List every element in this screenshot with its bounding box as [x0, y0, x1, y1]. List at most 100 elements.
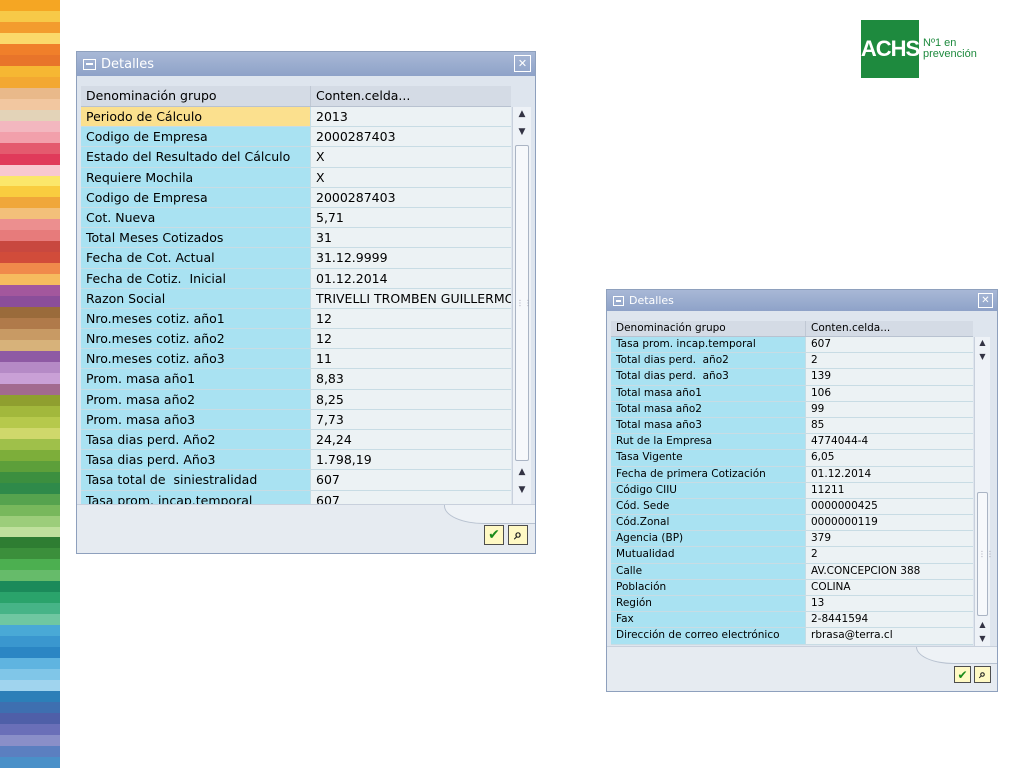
- table-row[interactable]: Cód. Sede 0000000425: [611, 498, 973, 516]
- table-row[interactable]: Codigo de Empresa 2000287403: [81, 187, 511, 208]
- row-value[interactable]: rbrasa@terra.cl: [806, 628, 973, 644]
- confirm-button[interactable]: ✔: [484, 525, 504, 545]
- row-value[interactable]: 1.798,19: [311, 450, 511, 470]
- row-value[interactable]: 0000000119: [806, 515, 973, 531]
- table-row[interactable]: Código CIIU 11211: [611, 482, 973, 499]
- scroll-thumb[interactable]: ⋮⋮: [515, 145, 532, 461]
- column-header-contenido[interactable]: Conten.celda...: [806, 321, 973, 336]
- row-value[interactable]: 8,83: [311, 369, 511, 389]
- row-value[interactable]: 85: [806, 417, 973, 434]
- row-label[interactable]: Tasa total de siniestralidad: [81, 470, 311, 490]
- table-row[interactable]: Cód.Zonal 0000000119: [611, 515, 973, 532]
- row-value[interactable]: 13: [806, 596, 973, 612]
- row-value[interactable]: AV.CONCEPCION 388: [806, 563, 973, 579]
- row-label[interactable]: Fax: [611, 612, 806, 628]
- table-row[interactable]: Prom. masa año1 8,83: [81, 369, 511, 390]
- scroll-down-icon[interactable]: ▼: [975, 352, 990, 361]
- table-row[interactable]: Total masa año3 85: [611, 417, 973, 435]
- row-value[interactable]: 2: [806, 547, 973, 563]
- row-value[interactable]: 607: [806, 337, 973, 353]
- table-row[interactable]: Fecha de Cot. Actual 31.12.9999: [81, 248, 511, 269]
- row-label[interactable]: Cód.Zonal: [611, 515, 806, 531]
- table-row[interactable]: Tasa prom. incap.temporal 607: [611, 337, 973, 354]
- row-label[interactable]: Mutualidad: [611, 547, 806, 563]
- table-row[interactable]: Tasa total de siniestralidad 607: [81, 470, 511, 491]
- row-label[interactable]: Requiere Mochila: [81, 167, 311, 187]
- scroll-thumb[interactable]: ⋮⋮: [977, 492, 994, 616]
- row-label[interactable]: Fecha de Cotiz. Inicial: [81, 268, 311, 288]
- row-label[interactable]: Total dias perd. año2: [611, 353, 806, 369]
- table-row[interactable]: Dirección de correo electrónico rbrasa@te…: [611, 628, 973, 645]
- row-value[interactable]: 379: [806, 531, 973, 547]
- scroll-down-icon[interactable]: ▼: [975, 634, 990, 643]
- row-label[interactable]: Fecha de primera Cotización: [611, 466, 806, 482]
- row-value[interactable]: 7,73: [311, 409, 511, 429]
- find-button[interactable]: ⌕: [508, 525, 528, 545]
- row-label[interactable]: Tasa prom. incap.temporal: [81, 490, 311, 504]
- row-value[interactable]: 2000287403: [311, 127, 511, 147]
- row-value[interactable]: 01.12.2014: [311, 268, 511, 288]
- table-row[interactable]: Fecha de Cotiz. Inicial 01.12.2014: [81, 268, 511, 289]
- row-label[interactable]: Rut de la Empresa: [611, 434, 806, 450]
- table-row[interactable]: Tasa prom. incap.temporal 607: [81, 490, 511, 504]
- table-row[interactable]: Rut de la Empresa 4774044-4: [611, 434, 973, 451]
- table-row[interactable]: Tasa Vigente 6,05: [611, 450, 973, 467]
- row-label[interactable]: Razon Social: [81, 288, 311, 308]
- row-value[interactable]: 2000287403: [311, 187, 511, 207]
- row-value[interactable]: 139: [806, 369, 973, 385]
- table-row[interactable]: Nro.meses cotiz. año3 11: [81, 349, 511, 370]
- row-label[interactable]: Tasa Vigente: [611, 450, 806, 466]
- row-label[interactable]: Total Meses Cotizados: [81, 228, 311, 248]
- row-label[interactable]: Nro.meses cotiz. año3: [81, 349, 311, 369]
- row-label[interactable]: Dirección de correo electrónico: [611, 628, 806, 644]
- row-value[interactable]: TRIVELLI TROMBEN GUILLERMO: [311, 288, 511, 308]
- dialog-titlebar[interactable]: Detalles ✕: [607, 290, 997, 311]
- row-label[interactable]: Total masa año2: [611, 401, 806, 417]
- row-value[interactable]: X: [311, 147, 511, 167]
- vertical-scrollbar[interactable]: ▲ ▼ ⋮⋮ ▲ ▼: [512, 107, 532, 504]
- table-row[interactable]: Total dias perd. año2 2: [611, 353, 973, 370]
- row-label[interactable]: Agencia (BP): [611, 531, 806, 547]
- row-value[interactable]: 2013: [311, 107, 511, 127]
- row-label[interactable]: Codigo de Empresa: [81, 187, 311, 207]
- row-value[interactable]: 12: [311, 308, 511, 329]
- confirm-button[interactable]: ✔: [954, 666, 971, 683]
- row-label[interactable]: Nro.meses cotiz. año1: [81, 308, 311, 329]
- close-icon[interactable]: ✕: [978, 293, 993, 308]
- scroll-down-icon[interactable]: ▼: [513, 127, 531, 137]
- table-row[interactable]: Estado del Resultado del Cálculo X: [81, 147, 511, 168]
- table-row[interactable]: Agencia (BP) 379: [611, 531, 973, 548]
- row-value[interactable]: 31: [311, 228, 511, 248]
- row-value[interactable]: 12: [311, 329, 511, 349]
- row-label[interactable]: Prom. masa año1: [81, 369, 311, 389]
- row-label[interactable]: Fecha de Cot. Actual: [81, 248, 311, 268]
- table-row[interactable]: Codigo de Empresa 2000287403: [81, 127, 511, 148]
- table-row[interactable]: Total masa año1 106: [611, 385, 973, 402]
- scroll-up-icon[interactable]: ▲: [975, 338, 990, 347]
- scroll-up-icon[interactable]: ▲: [513, 467, 531, 477]
- table-row[interactable]: Cot. Nueva 5,71: [81, 207, 511, 229]
- table-row[interactable]: Región 13: [611, 596, 973, 613]
- row-value[interactable]: 8,25: [311, 389, 511, 409]
- table-row[interactable]: Prom. masa año2 8,25: [81, 389, 511, 410]
- row-value[interactable]: 607: [311, 490, 511, 504]
- table-row[interactable]: Total masa año2 99: [611, 401, 973, 418]
- row-label[interactable]: Periodo de Cálculo: [81, 107, 311, 127]
- table-row[interactable]: Tasa dias perd. Año2 24,24: [81, 430, 511, 451]
- column-header-denominacion[interactable]: Denominación grupo: [81, 86, 311, 106]
- table-row[interactable]: Tasa dias perd. Año3 1.798,19: [81, 450, 511, 471]
- column-header-denominacion[interactable]: Denominación grupo: [611, 321, 806, 336]
- table-row[interactable]: Periodo de Cálculo 2013: [81, 107, 511, 128]
- row-label[interactable]: Tasa dias perd. Año2: [81, 430, 311, 450]
- row-label[interactable]: Nro.meses cotiz. año2: [81, 329, 311, 349]
- row-label[interactable]: Prom. masa año2: [81, 389, 311, 409]
- row-value[interactable]: 2: [806, 353, 973, 369]
- row-value[interactable]: 0000000425: [806, 498, 973, 515]
- row-value[interactable]: 99: [806, 401, 973, 417]
- row-value[interactable]: 4774044-4: [806, 434, 973, 450]
- row-value[interactable]: 607: [311, 470, 511, 490]
- row-value[interactable]: 5,71: [311, 207, 511, 228]
- table-row[interactable]: Nro.meses cotiz. año2 12: [81, 329, 511, 350]
- row-label[interactable]: Tasa dias perd. Año3: [81, 450, 311, 470]
- scroll-up-icon[interactable]: ▲: [513, 109, 531, 119]
